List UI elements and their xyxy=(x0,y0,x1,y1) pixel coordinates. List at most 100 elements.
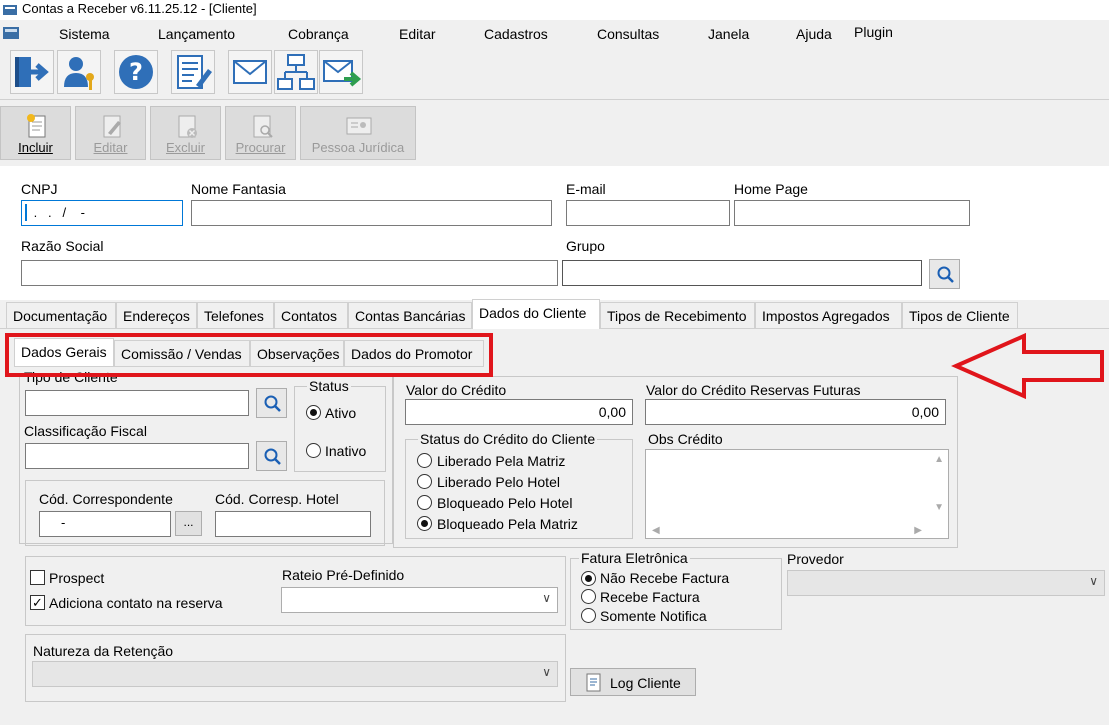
excluir-label: Excluir xyxy=(165,140,205,155)
menu-lancamento[interactable]: Lançamento xyxy=(158,26,235,42)
home-page-input[interactable] xyxy=(734,200,970,226)
tab-impostos-agregados[interactable]: Impostos Agregados xyxy=(755,302,902,328)
tab-contatos[interactable]: Contatos xyxy=(274,302,348,328)
user-key-button[interactable] xyxy=(57,50,101,94)
new-document-icon xyxy=(27,114,46,138)
cod-correspondente-mask: - xyxy=(61,515,66,530)
org-chart-icon xyxy=(277,54,315,90)
status-ativo-label: Ativo xyxy=(325,405,357,421)
tab-contas-bancarias[interactable]: Contas Bancárias xyxy=(348,302,472,328)
editar-label: Editar xyxy=(93,140,128,155)
scroll-right-icon[interactable]: ▶ xyxy=(914,525,922,536)
cod-correspondente-lookup-button[interactable]: ... xyxy=(175,511,202,536)
valor-reservas-label: Valor do Crédito Reservas Futuras xyxy=(646,382,861,398)
search-document-icon xyxy=(253,115,273,138)
valor-credito-input[interactable]: 0,00 xyxy=(405,399,633,425)
valor-reservas-input[interactable]: 0,00 xyxy=(645,399,946,425)
status-credito-title: Status do Crédito do Cliente xyxy=(418,431,598,447)
provedor-select[interactable]: ∨ xyxy=(787,570,1105,596)
incluir-button[interactable]: Incluir xyxy=(0,106,71,160)
tab-dados-do-cliente[interactable]: Dados do Cliente xyxy=(472,299,600,329)
classificacao-fiscal-search-button[interactable] xyxy=(256,441,287,471)
exit-icon xyxy=(15,57,49,87)
tab-enderecos[interactable]: Endereços xyxy=(116,302,197,328)
fatura-nao-recebe-label: Não Recebe Factura xyxy=(600,570,730,586)
prospect-label: Prospect xyxy=(49,570,105,586)
menu-cobranca[interactable]: Cobrança xyxy=(288,26,349,42)
scroll-down-icon[interactable]: ▼ xyxy=(934,502,944,513)
nome-fantasia-input[interactable] xyxy=(191,200,552,226)
mail-forward-button[interactable] xyxy=(319,50,363,94)
app-menu-icon[interactable] xyxy=(2,24,20,42)
adiciona-contato-checkbox[interactable]: ✓ xyxy=(30,595,45,610)
tipo-cliente-search-button[interactable] xyxy=(256,388,287,418)
menu-plugin[interactable]: Plugin xyxy=(854,24,893,40)
classificacao-fiscal-label: Classificação Fiscal xyxy=(24,423,147,439)
document-edit-button[interactable] xyxy=(171,50,215,94)
status-ativo-radio[interactable] xyxy=(306,405,321,420)
log-cliente-button[interactable]: Log Cliente xyxy=(570,668,696,696)
menu-editar[interactable]: Editar xyxy=(399,26,436,42)
procurar-button[interactable]: Procurar xyxy=(225,106,296,160)
credito-bloqueado-hotel-radio[interactable] xyxy=(417,495,432,510)
status-inativo-radio[interactable] xyxy=(306,443,321,458)
fatura-somente-notifica-radio[interactable] xyxy=(581,608,596,623)
classificacao-fiscal-input[interactable] xyxy=(25,443,249,469)
exit-button[interactable] xyxy=(10,50,54,94)
razao-social-input[interactable] xyxy=(21,260,558,286)
chevron-down-icon: ∨ xyxy=(1089,574,1098,588)
cod-hotel-label: Cód. Corresp. Hotel xyxy=(215,491,339,507)
cnpj-input[interactable]: . . / - xyxy=(21,200,183,226)
tab-telefones[interactable]: Telefones xyxy=(197,302,274,328)
credito-liberado-hotel-radio[interactable] xyxy=(417,474,432,489)
credito-liberado-matriz-label: Liberado Pela Matriz xyxy=(437,453,566,469)
svg-text:?: ? xyxy=(129,58,143,86)
pessoa-juridica-button[interactable]: Pessoa Jurídica xyxy=(300,106,416,160)
cod-hotel-input[interactable] xyxy=(215,511,371,537)
natureza-label: Natureza da Retenção xyxy=(33,643,174,659)
annotation-arrow xyxy=(951,332,1104,400)
menu-cadastros[interactable]: Cadastros xyxy=(484,26,548,42)
obs-credito-textarea[interactable]: ▲ ▼ ◀ ▶ xyxy=(645,449,949,539)
menu-janela[interactable]: Janela xyxy=(708,26,749,42)
credito-liberado-matriz-radio[interactable] xyxy=(417,453,432,468)
fatura-nao-recebe-radio[interactable] xyxy=(581,571,596,586)
user-key-icon xyxy=(64,57,94,90)
natureza-select[interactable]: ∨ xyxy=(32,661,558,687)
grupo-input[interactable] xyxy=(562,260,922,286)
tab-tipos-de-recebimento[interactable]: Tipos de Recebimento xyxy=(600,302,755,328)
grupo-search-button[interactable] xyxy=(929,259,960,289)
fatura-recebe-radio[interactable] xyxy=(581,589,596,604)
menu-consultas[interactable]: Consultas xyxy=(597,26,659,42)
record-toolbar: Incluir Editar Excluir Procurar Pessoa J… xyxy=(0,104,1109,162)
excluir-button[interactable]: Excluir xyxy=(150,106,221,160)
valor-credito-value: 0,00 xyxy=(598,404,626,420)
rateio-select[interactable]: ∨ xyxy=(281,587,558,613)
edit-document-icon xyxy=(103,115,121,138)
credito-bloqueado-matriz-radio[interactable] xyxy=(417,516,432,531)
fatura-somente-notifica-label: Somente Notifica xyxy=(600,608,707,624)
scroll-up-icon[interactable]: ▲ xyxy=(934,454,944,465)
menu-ajuda[interactable]: Ajuda xyxy=(796,26,832,42)
mail-button[interactable] xyxy=(228,50,272,94)
search-icon xyxy=(937,266,954,283)
window-title: Contas a Receber v6.11.25.12 - [Cliente] xyxy=(22,1,257,16)
help-button[interactable]: ? xyxy=(114,50,158,94)
org-chart-button[interactable] xyxy=(274,50,318,94)
credito-bloqueado-hotel-label: Bloqueado Pelo Hotel xyxy=(437,495,573,511)
tipo-cliente-input[interactable] xyxy=(25,390,249,416)
menu-sistema[interactable]: Sistema xyxy=(59,26,110,42)
editar-button[interactable]: Editar xyxy=(75,106,146,160)
fatura-title: Fatura Eletrônica xyxy=(579,550,690,566)
tab-documentacao[interactable]: Documentação xyxy=(6,302,116,328)
status-title: Status xyxy=(307,378,351,394)
email-input[interactable] xyxy=(566,200,730,226)
tab-tipos-de-cliente[interactable]: Tipos de Cliente xyxy=(902,302,1018,328)
adiciona-contato-label: Adiciona contato na reserva xyxy=(49,595,223,611)
id-card-icon xyxy=(346,117,372,135)
chevron-down-icon: ∨ xyxy=(542,665,551,679)
provedor-label: Provedor xyxy=(787,551,844,567)
scroll-left-icon[interactable]: ◀ xyxy=(652,525,660,536)
cod-correspondente-input[interactable]: - xyxy=(39,511,171,537)
prospect-checkbox[interactable] xyxy=(30,570,45,585)
